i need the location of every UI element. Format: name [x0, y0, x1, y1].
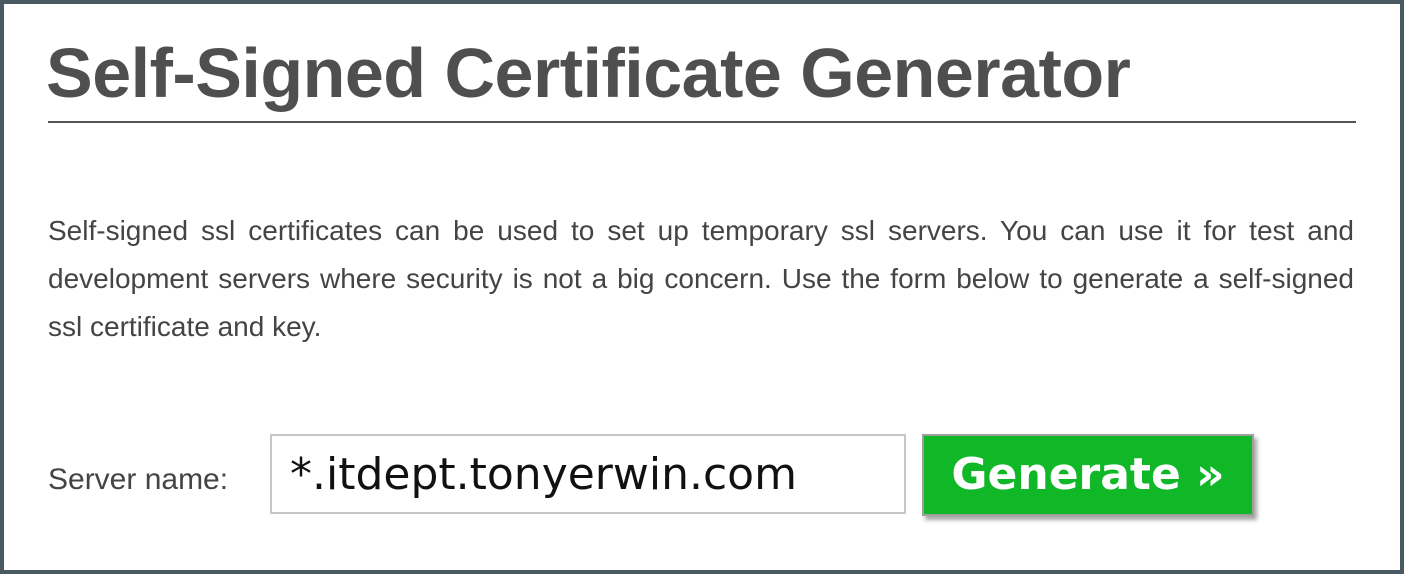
page-frame: Self-Signed Certificate Generator Self-s… [0, 0, 1404, 574]
intro-paragraph: Self-signed ssl certificates can be used… [48, 215, 1354, 342]
server-name-input[interactable] [270, 434, 906, 514]
server-name-label: Server name: [48, 463, 229, 496]
generate-button[interactable]: Generate » [922, 434, 1254, 516]
page-title: Self-Signed Certificate Generator [46, 34, 1131, 112]
title-divider [48, 121, 1356, 123]
